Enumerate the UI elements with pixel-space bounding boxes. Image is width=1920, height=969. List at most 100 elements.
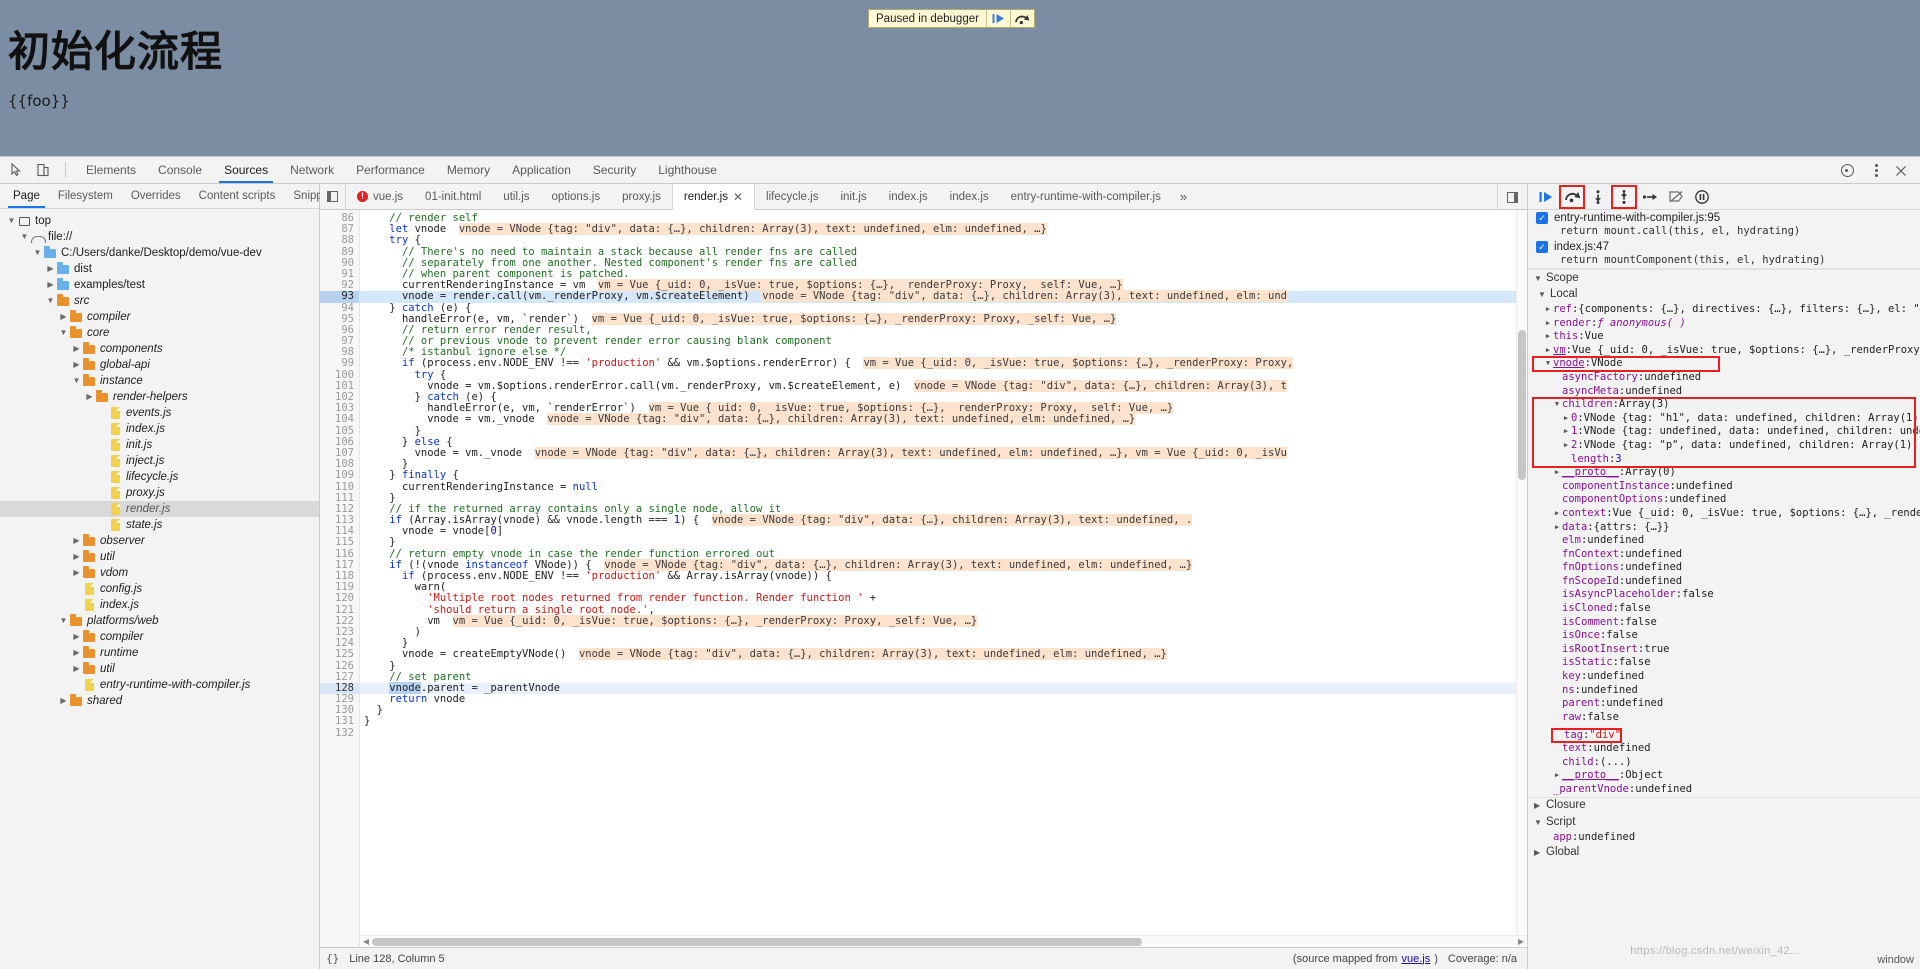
chevron-right-icon[interactable]: ▶ [1561,425,1571,439]
file-tree-item[interactable]: · index.js [0,421,319,437]
file-tab[interactable]: options.js [541,184,612,210]
tab-console[interactable]: Console [147,157,213,183]
scope-variable-row[interactable]: ▶ __proto__: Object [1528,769,1920,783]
code-line[interactable]: vnode = vm._vnode vnode = VNode {tag: "d… [360,446,1527,459]
chevron-right-icon[interactable]: ▶ [1543,330,1553,344]
chevron-right-icon[interactable]: ▶ [84,389,95,405]
file-tree-item[interactable]: ▶ observer [0,533,319,549]
breakpoint-item[interactable]: ✓ entry-runtime-with-compiler.js:95 return… [1528,210,1920,239]
tab-security[interactable]: Security [582,157,647,183]
scope-variable-row[interactable]: asyncFactory: undefined [1528,371,1920,385]
chevron-right-icon[interactable]: ▶ [58,309,69,325]
step-button[interactable] [1638,186,1662,208]
scope-variable-row[interactable]: isCloned: false [1528,602,1920,616]
code-line[interactable]: vnode = vm._vnode vnode = VNode {tag: "d… [360,413,1527,426]
scope-variable-row[interactable]: ▶ 0: VNode {tag: "h1", data: undefined, c… [1528,412,1920,426]
navigator-toggle-icon[interactable] [320,183,346,210]
chevron-down-icon[interactable]: ▼ [58,613,69,629]
file-tree-item[interactable]: ▶ compiler [0,629,319,645]
code-line[interactable]: } [360,705,1527,716]
file-tree-item[interactable]: ▶ vdom [0,565,319,581]
chevron-right-icon[interactable]: ▶ [1561,412,1571,426]
file-tree-item[interactable]: ▼ src [0,293,319,309]
editor-vertical-scrollbar[interactable] [1516,210,1527,935]
file-tree-item[interactable]: ▼ file:// [0,229,319,245]
step-into-button[interactable] [1586,186,1610,208]
chevron-right-icon[interactable]: ▶ [71,661,82,677]
chevron-down-icon[interactable]: ▼ [1543,357,1553,371]
code-line[interactable]: if (Array.isArray(vnode) && vnode.length… [360,514,1527,527]
scroll-left-arrow[interactable]: ◀ [360,937,372,946]
close-icon[interactable]: ✕ [733,184,743,210]
source-map-link[interactable]: vue.js [1401,953,1430,965]
code-line[interactable]: vnode = render.call(vm._renderProxy, vm.… [360,290,1527,303]
scope-variable-row[interactable]: ▶ render: ƒ anonymous( ) [1528,317,1920,331]
file-tree-item[interactable]: ▶ render-helpers [0,389,319,405]
chevron-down-icon[interactable]: ▼ [6,213,17,229]
scope-variable-row[interactable]: isStatic: false [1528,656,1920,670]
file-tree-item[interactable]: ▼ core [0,325,319,341]
close-devtools-icon[interactable] [1888,159,1914,183]
scope-variable-row[interactable]: ▶ 2: VNode {tag: "p", data: undefined, ch… [1528,439,1920,453]
file-tab[interactable]: entry-runtime-with-compiler.js [1000,184,1172,210]
code-line[interactable]: vnode = vm.$options.renderError.call(vm.… [360,379,1527,392]
chevron-right-icon[interactable]: ▶ [1552,507,1562,521]
code-line[interactable]: ) [360,626,1527,638]
file-tab[interactable]: index.js [939,184,1000,210]
file-tree-item[interactable]: · entry-runtime-with-compiler.js [0,677,319,693]
tab-application[interactable]: Application [501,157,582,183]
scope-variable-row[interactable]: fnOptions: undefined [1528,561,1920,575]
file-tree-item[interactable]: · render.js [0,501,319,517]
scope-variable-row[interactable]: key: undefined [1528,670,1920,684]
global-section-header[interactable]: ▶ Global [1528,844,1920,862]
scope-variable-row[interactable]: fnScopeId: undefined [1528,575,1920,589]
code-line[interactable] [360,728,1527,739]
scope-variable-row[interactable]: ▼ children: Array(3) [1528,398,1920,412]
chevron-right-icon[interactable]: ▶ [71,565,82,581]
line-number[interactable]: 109 [320,470,359,481]
file-tree-item[interactable]: ▶ global-api [0,357,319,373]
line-number[interactable]: 115 [320,537,359,548]
scope-variables-list[interactable]: ▶ ref: {components: {…}, directives: {…},… [1528,303,1920,797]
pretty-print-icon[interactable]: {} [326,952,339,965]
tab-lighthouse[interactable]: Lighthouse [647,157,728,183]
scope-variable-row[interactable]: app: undefined [1528,831,1920,845]
chevron-right-icon[interactable]: ▶ [1552,769,1562,783]
script-variables-list[interactable]: app: undefined [1528,831,1920,845]
code-line[interactable]: let vnode vnode = VNode {tag: "div", dat… [360,223,1527,236]
code-line[interactable]: return vnode [360,693,1527,705]
script-section-header[interactable]: ▼ Script [1528,813,1920,831]
file-tree-item[interactable]: ▼ top [0,213,319,229]
scope-variable-row[interactable]: componentInstance: undefined [1528,480,1920,494]
file-tree-item[interactable]: ▶ components [0,341,319,357]
step-out-button[interactable] [1611,184,1637,209]
scope-variable-row[interactable]: child: (...) [1528,756,1920,770]
scope-variable-row[interactable]: ns: undefined [1528,684,1920,698]
chevron-down-icon[interactable]: ▼ [19,229,30,245]
inspect-element-icon[interactable] [4,158,30,182]
file-tree-item[interactable]: · index.js [0,597,319,613]
chevron-right-icon[interactable]: ▶ [1543,317,1553,331]
more-options-icon[interactable] [1868,159,1884,183]
line-number[interactable]: 88 [320,235,359,246]
line-number[interactable]: 94 [320,302,359,314]
scope-variable-row[interactable]: ▶ this: Vue [1528,330,1920,344]
scope-variable-row[interactable]: ▶ ref: {components: {…}, directives: {…},… [1528,303,1920,317]
scope-variable-row[interactable]: _parentVnode: undefined [1528,783,1920,797]
chevron-right-icon[interactable]: ▶ [71,533,82,549]
settings-gear-icon[interactable] [1834,159,1860,183]
code-editor[interactable]: 86 87 88 89 90 91 92 93 94 95 96 97 98 99 100 101 102 103… [320,210,1527,947]
scope-variable-row[interactable]: isComment: false [1528,616,1920,630]
scope-variable-row[interactable]: tag: "div" [1551,727,1622,744]
scope-variable-row[interactable]: ▶ data: {attrs: {…}} [1528,521,1920,535]
chevron-down-icon[interactable]: ▼ [1552,398,1562,412]
code-line[interactable]: vnode = vnode[0] [360,526,1527,537]
chevron-right-icon[interactable]: ▶ [1543,344,1553,358]
closure-section-header[interactable]: ▶ Closure [1528,796,1920,814]
code-line[interactable]: } [360,425,1527,437]
chevron-right-icon[interactable]: ▶ [1552,521,1562,535]
scope-variable-row[interactable]: isAsyncPlaceholder: false [1528,588,1920,602]
tab-memory[interactable]: Memory [436,157,501,183]
code-content[interactable]: // render self let vnode vnode = VNode {… [360,210,1527,947]
step-over-icon[interactable] [1009,10,1034,27]
